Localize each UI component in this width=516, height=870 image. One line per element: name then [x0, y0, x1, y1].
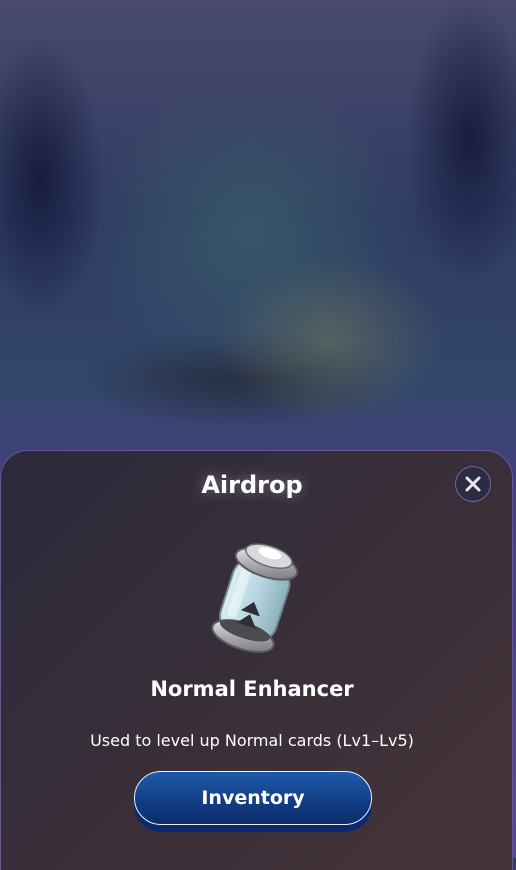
close-button[interactable] [455, 466, 491, 502]
close-icon [465, 476, 481, 492]
inventory-button[interactable]: Inventory [134, 771, 372, 825]
enhancer-canister-icon [211, 543, 299, 653]
item-name: Normal Enhancer [150, 677, 354, 701]
item-description: Used to level up Normal cards (Lv1–Lv5) [90, 731, 414, 750]
sheet-title: Airdrop [201, 471, 303, 499]
